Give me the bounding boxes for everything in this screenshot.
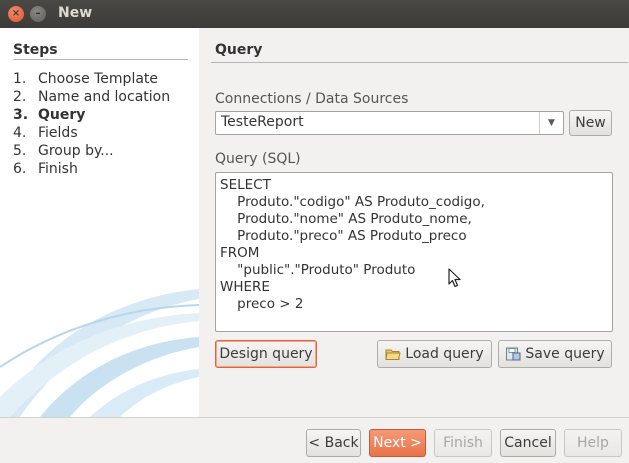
- step-label: Group by...: [38, 143, 114, 159]
- window-title: New: [58, 5, 93, 21]
- window-minimize-button[interactable]: –: [30, 6, 46, 22]
- sql-textarea[interactable]: SELECT Produto."codigo" AS Produto_codig…: [215, 172, 613, 332]
- cancel-button[interactable]: Cancel: [500, 429, 556, 457]
- step-query: 3. Query: [13, 107, 85, 123]
- step-label: Name and location: [38, 89, 171, 105]
- load-query-label: Load query: [405, 346, 484, 362]
- footer-divider: [0, 417, 629, 418]
- connections-label: Connections / Data Sources: [215, 91, 409, 107]
- connection-select[interactable]: TesteReport ▼: [215, 111, 564, 135]
- step-number: 3.: [13, 107, 29, 123]
- folder-icon: [385, 349, 401, 360]
- sql-line: SELECT: [220, 177, 271, 193]
- finish-button[interactable]: Finish: [434, 429, 492, 457]
- title-bar: × – New: [0, 0, 629, 28]
- window-close-button[interactable]: ×: [8, 6, 24, 22]
- step-finish: 6. Finish: [13, 161, 78, 177]
- sql-line: FROM: [220, 245, 260, 261]
- save-icon: [506, 347, 521, 361]
- new-connection-button[interactable]: New: [569, 110, 612, 136]
- section-title: Query: [215, 42, 263, 58]
- steps-title: Steps: [13, 42, 58, 58]
- save-query-button[interactable]: Save query: [498, 340, 612, 368]
- save-query-label: Save query: [525, 346, 605, 362]
- step-choose-template: 1. Choose Template: [13, 71, 158, 87]
- step-number: 6.: [13, 161, 27, 177]
- sql-line: preco > 2: [220, 296, 304, 312]
- step-label: Query: [38, 107, 86, 123]
- steps-divider: [13, 59, 188, 60]
- sql-line: WHERE: [220, 279, 270, 295]
- help-button[interactable]: Help: [564, 429, 622, 457]
- step-number: 4.: [13, 125, 27, 141]
- step-label: Choose Template: [38, 71, 159, 87]
- sql-line: Produto."codigo" AS Produto_codigo,: [220, 194, 485, 210]
- steps-panel: Steps 1. Choose Template 2. Name and locat…: [0, 28, 199, 417]
- step-number: 5.: [13, 143, 27, 159]
- step-fields: 4. Fields: [13, 125, 78, 141]
- load-query-button[interactable]: Load query: [377, 340, 492, 368]
- design-query-button[interactable]: Design query: [215, 340, 317, 368]
- sql-line: Produto."preco" AS Produto_preco: [220, 228, 467, 244]
- step-number: 2.: [13, 89, 27, 105]
- mouse-pointer-icon: [448, 268, 461, 288]
- sql-label: Query (SQL): [215, 151, 301, 167]
- step-name-location: 2. Name and location: [13, 89, 170, 105]
- section-divider: [211, 62, 628, 63]
- step-label: Finish: [38, 161, 78, 177]
- sql-line: Produto."nome" AS Produto_nome,: [220, 211, 472, 227]
- decorative-swoosh-graphic: [0, 289, 199, 417]
- connection-value: TesteReport: [221, 114, 304, 130]
- sql-line: "public"."Produto" Produto: [220, 262, 416, 278]
- step-label: Fields: [38, 125, 78, 141]
- back-button[interactable]: < Back: [306, 429, 361, 457]
- dropdown-arrow-icon[interactable]: ▼: [539, 112, 563, 134]
- step-group-by: 5. Group by...: [13, 143, 114, 159]
- next-button[interactable]: Next >: [369, 429, 426, 457]
- step-number: 1.: [13, 71, 27, 87]
